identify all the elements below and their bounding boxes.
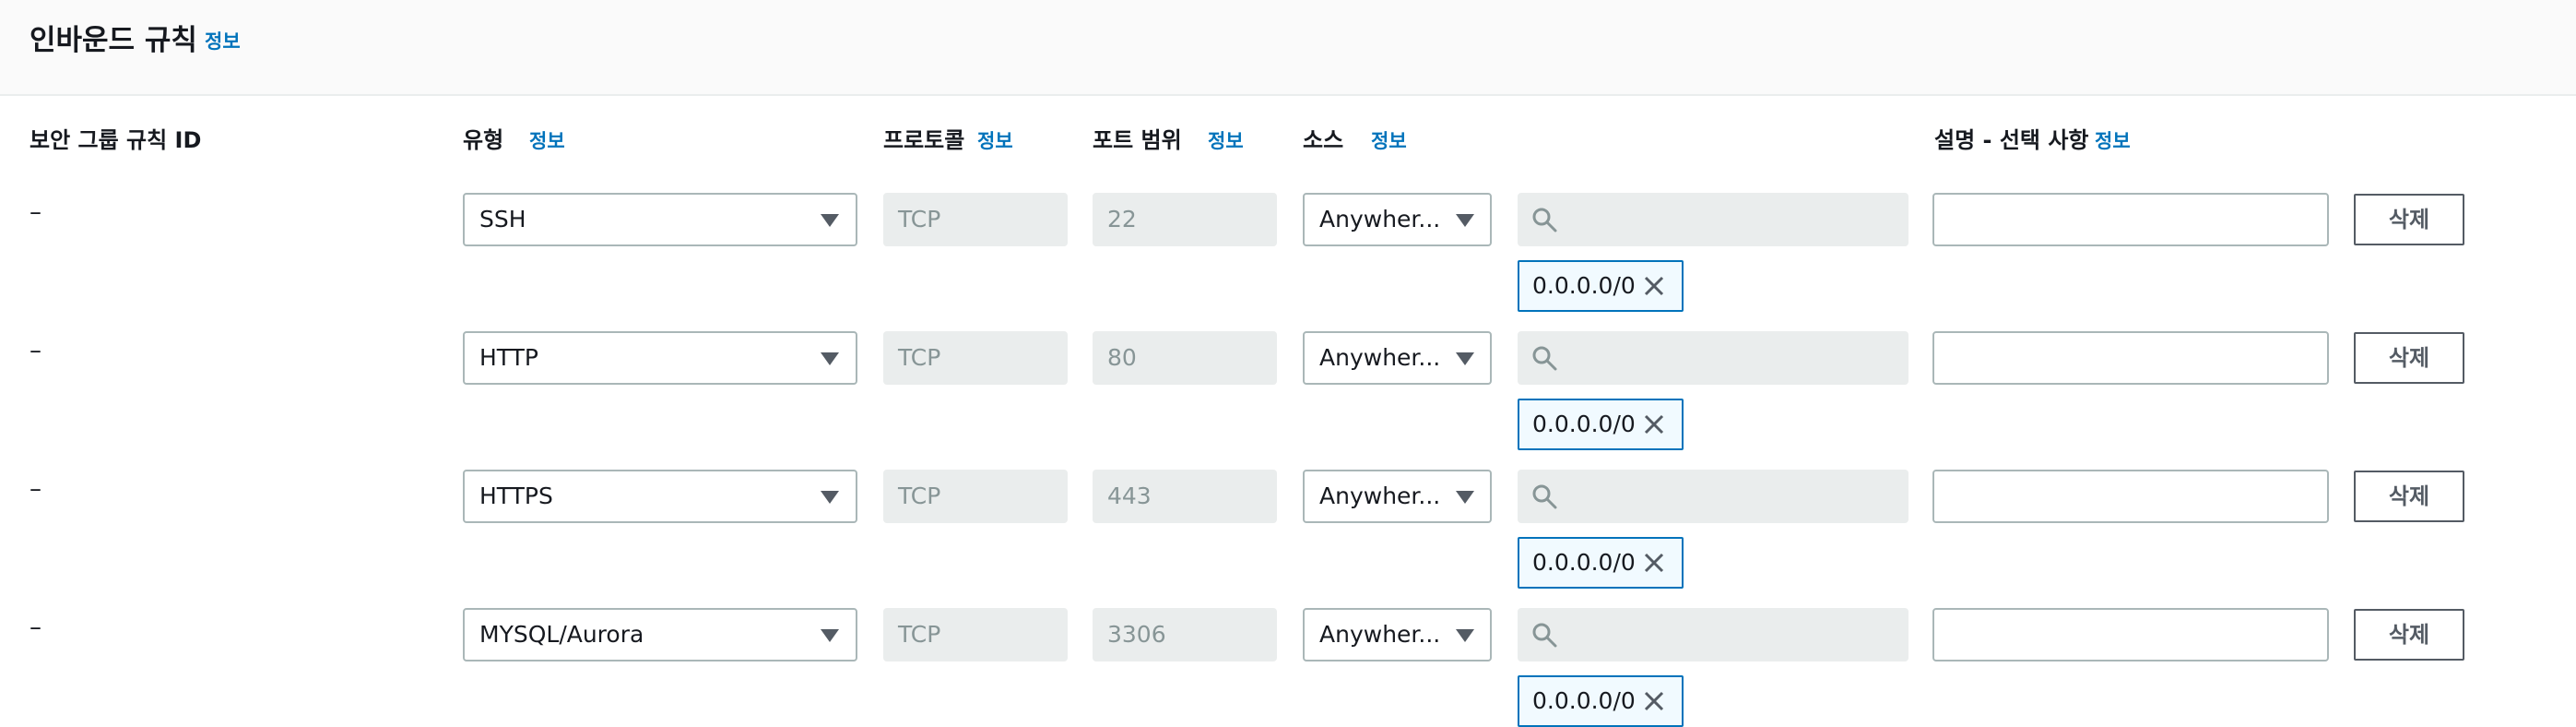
caret-down-icon	[1456, 491, 1474, 504]
source-select-value: Anywher...	[1319, 483, 1441, 509]
type-select-value: HTTPS	[479, 483, 553, 509]
caret-down-icon	[821, 214, 839, 227]
rule-id: –	[30, 475, 41, 503]
col-source: 소스	[1303, 127, 1344, 153]
caret-down-icon	[821, 629, 839, 642]
source-select[interactable]: Anywher...	[1303, 193, 1492, 246]
header-info-link[interactable]: 정보	[205, 29, 241, 54]
col-port-range-info-link[interactable]: 정보	[1208, 128, 1244, 154]
search-icon	[1532, 484, 1557, 509]
delete-button[interactable]: 삭제	[2354, 471, 2464, 522]
port-range-field: 3306	[1093, 608, 1277, 661]
port-range-field: 443	[1093, 470, 1277, 523]
protocol-field: TCP	[883, 608, 1068, 661]
description-input[interactable]	[1932, 470, 2329, 523]
inbound-rules-header: 인바운드 규칙 정보	[0, 0, 2576, 96]
col-protocol-info-link[interactable]: 정보	[977, 128, 1013, 154]
source-select[interactable]: Anywher...	[1303, 470, 1492, 523]
close-icon[interactable]	[1641, 273, 1667, 299]
description-input[interactable]	[1932, 331, 2329, 385]
cidr-search-input[interactable]	[1518, 470, 1908, 523]
cidr-token: 0.0.0.0/0	[1518, 675, 1684, 727]
search-icon	[1532, 208, 1557, 232]
type-select[interactable]: MYSQL/Aurora	[463, 608, 857, 661]
port-range-field: 22	[1093, 193, 1277, 246]
caret-down-icon	[1456, 214, 1474, 227]
close-icon[interactable]	[1641, 550, 1667, 576]
rule-id: –	[30, 198, 41, 226]
type-select-value: SSH	[479, 206, 526, 232]
col-port-range: 포트 범위	[1093, 127, 1182, 153]
cidr-token: 0.0.0.0/0	[1518, 399, 1684, 450]
rule-id: –	[30, 337, 41, 364]
col-description: 설명 - 선택 사항	[1934, 127, 2089, 153]
source-select-value: Anywher...	[1319, 621, 1441, 648]
type-select[interactable]: SSH	[463, 193, 857, 246]
caret-down-icon	[1456, 629, 1474, 642]
source-select-value: Anywher...	[1319, 206, 1441, 232]
protocol-field: TCP	[883, 470, 1068, 523]
col-rule-id: 보안 그룹 규칙 ID	[30, 127, 202, 153]
cidr-token-label: 0.0.0.0/0	[1532, 272, 1636, 299]
protocol-field: TCP	[883, 331, 1068, 385]
close-icon[interactable]	[1641, 688, 1667, 714]
col-source-info-link[interactable]: 정보	[1371, 128, 1407, 154]
caret-down-icon	[1456, 352, 1474, 365]
protocol-field: TCP	[883, 193, 1068, 246]
delete-button[interactable]: 삭제	[2354, 194, 2464, 245]
cidr-search-input[interactable]	[1518, 331, 1908, 385]
search-icon	[1532, 623, 1557, 648]
source-select[interactable]: Anywher...	[1303, 608, 1492, 661]
search-icon	[1532, 346, 1557, 371]
col-type-info-link[interactable]: 정보	[529, 128, 565, 154]
source-select[interactable]: Anywher...	[1303, 331, 1492, 385]
cidr-search-input[interactable]	[1518, 608, 1908, 661]
cidr-token: 0.0.0.0/0	[1518, 260, 1684, 312]
page-title: 인바운드 규칙	[30, 24, 197, 57]
source-select-value: Anywher...	[1319, 344, 1441, 371]
col-type: 유형	[463, 127, 504, 153]
caret-down-icon	[821, 491, 839, 504]
caret-down-icon	[821, 352, 839, 365]
cidr-search-input[interactable]	[1518, 193, 1908, 246]
type-select-value: HTTP	[479, 344, 538, 371]
type-select[interactable]: HTTPS	[463, 470, 857, 523]
type-select-value: MYSQL/Aurora	[479, 621, 644, 648]
delete-button[interactable]: 삭제	[2354, 332, 2464, 384]
cidr-token: 0.0.0.0/0	[1518, 537, 1684, 589]
type-select[interactable]: HTTP	[463, 331, 857, 385]
col-protocol: 프로토콜	[883, 127, 965, 153]
rule-id: –	[30, 614, 41, 641]
delete-button[interactable]: 삭제	[2354, 609, 2464, 661]
cidr-token-label: 0.0.0.0/0	[1532, 687, 1636, 714]
cidr-token-label: 0.0.0.0/0	[1532, 549, 1636, 576]
cidr-token-label: 0.0.0.0/0	[1532, 411, 1636, 437]
col-description-info-link[interactable]: 정보	[2095, 128, 2131, 154]
description-input[interactable]	[1932, 608, 2329, 661]
description-input[interactable]	[1932, 193, 2329, 246]
close-icon[interactable]	[1641, 411, 1667, 437]
port-range-field: 80	[1093, 331, 1277, 385]
